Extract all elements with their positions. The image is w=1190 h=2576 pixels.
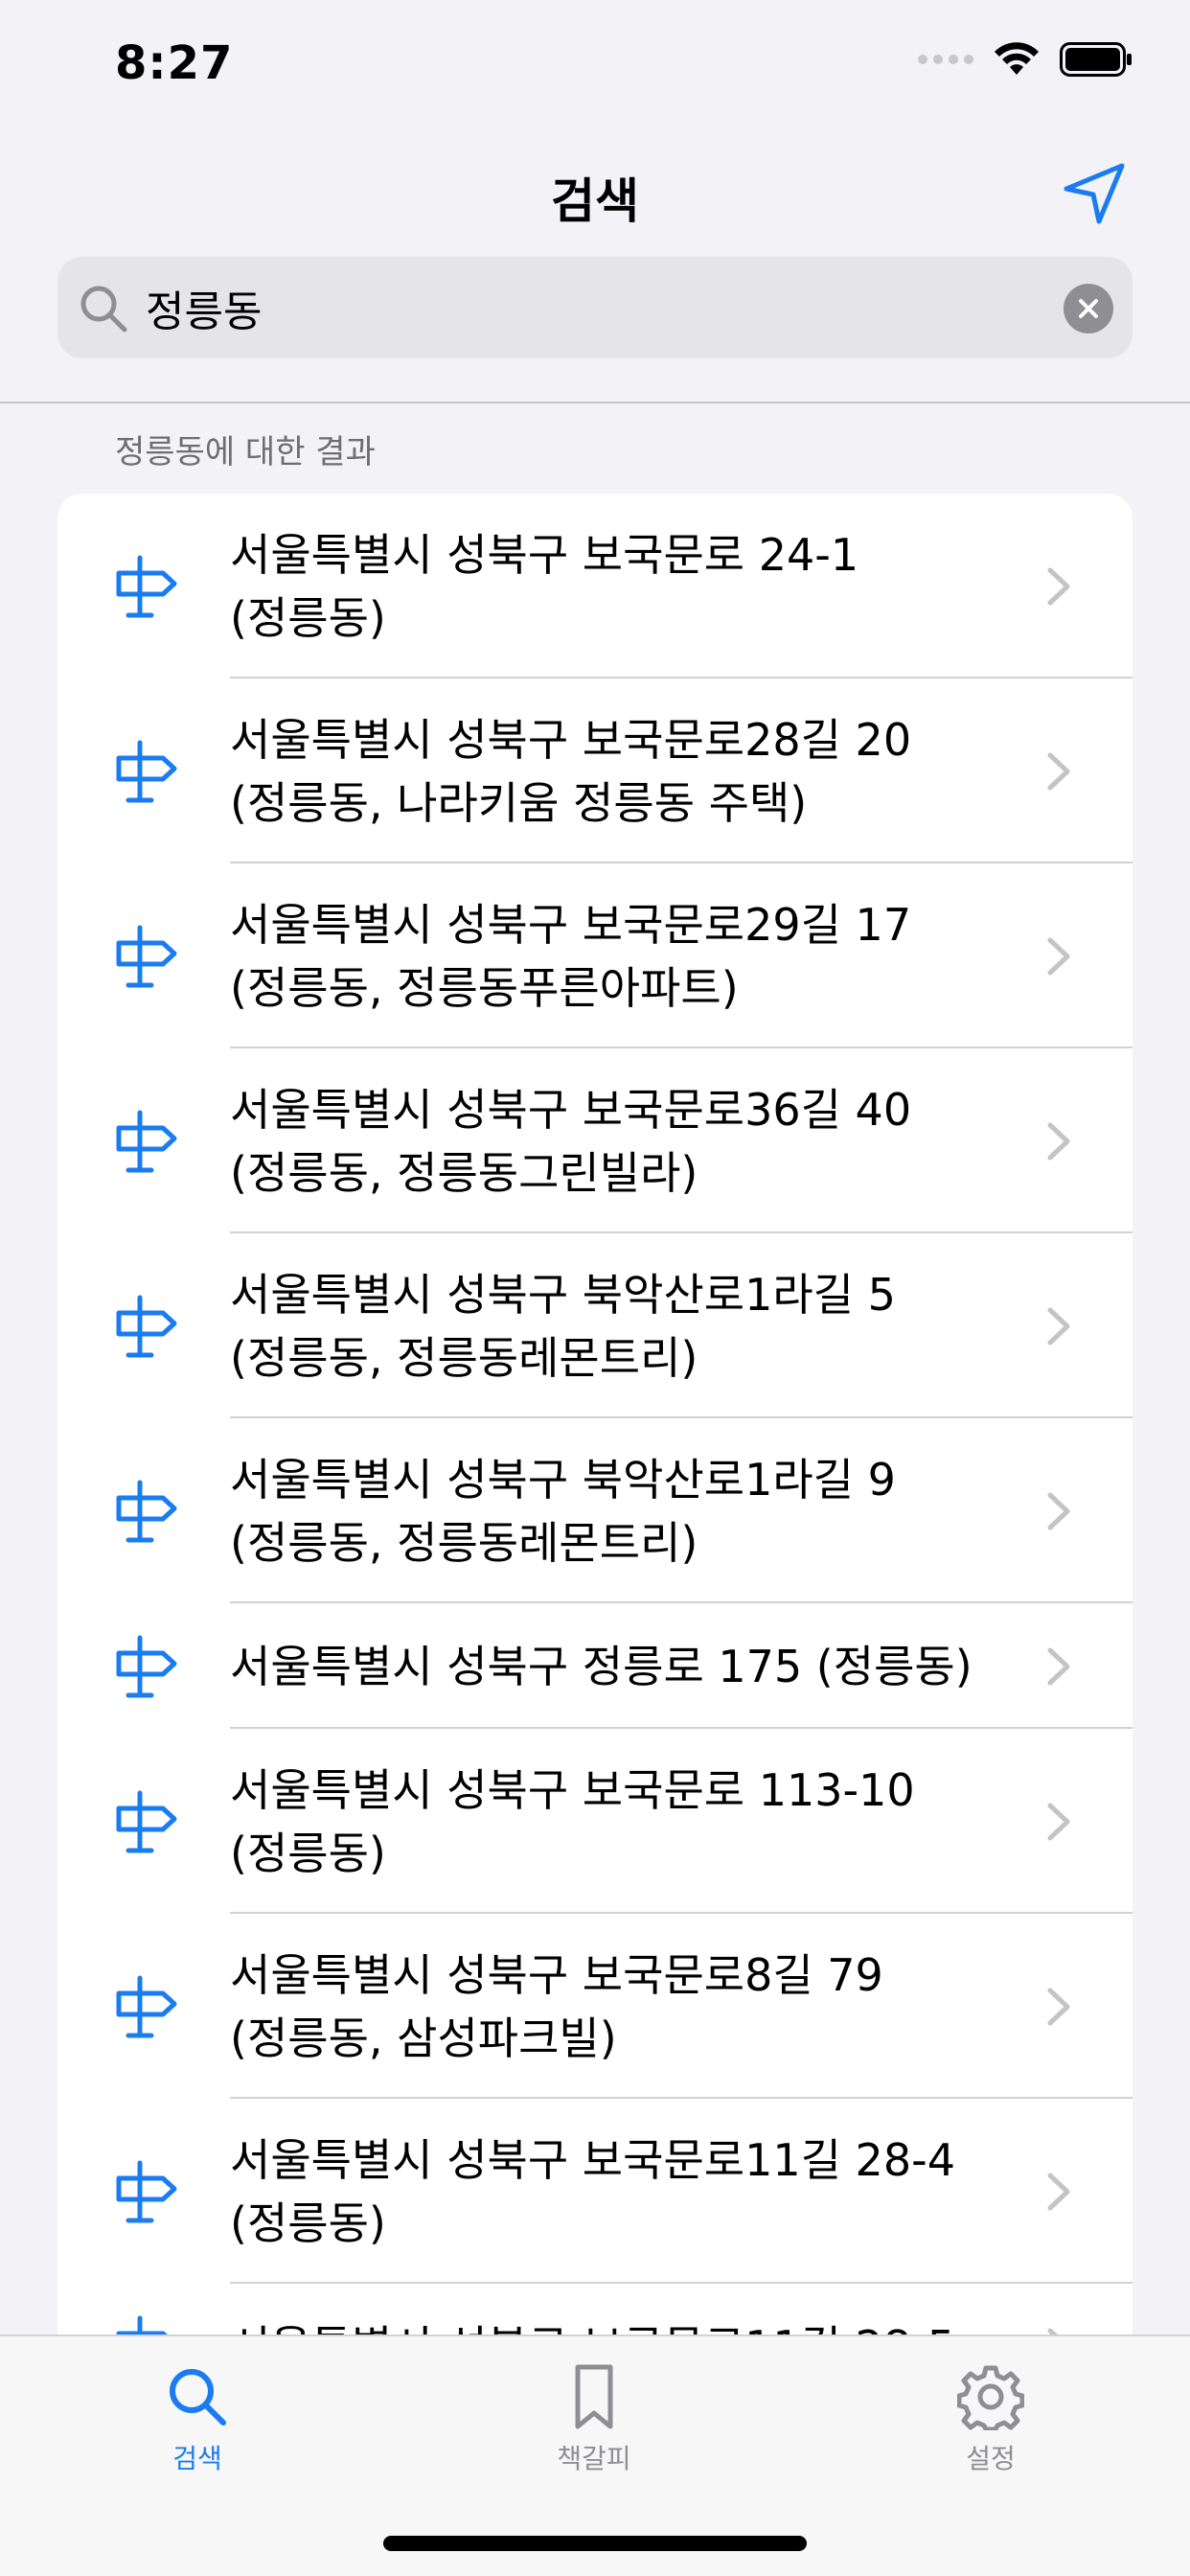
tab-search[interactable]: 검색 [102,2363,293,2476]
search-input[interactable] [146,274,1008,341]
address-result-row[interactable]: 서울특별시 성북구 보국문로 24-1 (정릉동) [57,494,1133,678]
address-text: 서울특별시 성북구 보국문로28길 20 (정릉동, 나라키움 정릉동 주택) [230,708,1054,835]
chevron-right-icon [1044,1121,1073,1162]
address-line-1: 서울특별시 성북구 북악산로1라길 9 [230,1453,896,1506]
address-line-1: 서울특별시 성북구 보국문로11길 28-4 [230,2133,955,2186]
battery-icon [1060,42,1132,77]
chevron-right-icon [1044,1306,1073,1346]
signpost-icon [111,2157,180,2226]
chevron-right-icon [1044,1491,1073,1531]
search-icon [80,286,127,333]
address-result-row[interactable]: 서울특별시 성북구 보국문로11길 28-4 (정릉동) [57,2099,1133,2284]
address-line-2: (정릉동) [230,591,386,644]
address-line-2: (정릉동, 삼성파크빌) [230,2012,617,2064]
address-line-1: 서울특별시 성북구 보국문로36길 40 [230,1083,912,1136]
address-text: 서울특별시 성북구 보국문로8길 79 (정릉동, 삼성파크빌) [230,1944,1054,2070]
chevron-right-icon [1044,566,1073,607]
signpost-icon [111,1972,180,2041]
chevron-right-icon [1044,751,1073,792]
clear-search-button[interactable] [1064,284,1113,334]
address-result-row[interactable]: 서울특별시 성북구 보국문로8길 79 (정릉동, 삼성파크빌) [57,1914,1133,2099]
status-time: 8:27 [115,36,234,90]
signpost-icon [111,1292,180,1361]
current-location-button[interactable] [1056,155,1133,232]
address-line-1: 서울특별시 성북구 보국문로 113-10 [230,1763,915,1816]
signpost-icon [111,1787,180,1856]
cellular-signal-icon [918,55,973,64]
chevron-right-icon [1044,1802,1073,1842]
address-result-row[interactable]: 서울특별시 성북구 보국문로36길 40 (정릉동, 정릉동그린빌라) [57,1048,1133,1233]
chevron-right-icon [1044,2172,1073,2212]
location-arrow-icon [1064,163,1125,224]
address-result-row[interactable]: 서울특별시 성북구 북악산로1라길 9 (정릉동, 정릉동레몬트리) [57,1418,1133,1603]
chevron-right-icon [1044,1646,1073,1687]
address-line-2: (정릉동, 정릉동레몬트리) [230,1331,698,1384]
address-line-2: (정릉동) [230,1827,386,1879]
address-line-2: (정릉동, 정릉동푸른아파트) [230,961,739,1014]
address-line-1: 서울특별시 성북구 보국문로29길 17 [230,898,912,951]
tab-label-settings: 설정 [966,2443,1016,2474]
signpost-icon [111,737,180,806]
chevron-right-icon [1044,936,1073,977]
search-bar[interactable] [57,257,1133,358]
address-line-2: (정릉동, 정릉동레몬트리) [230,1516,698,1569]
page-title: 검색 [551,173,639,229]
home-indicator [383,2536,807,2551]
address-text: 서울특별시 성북구 북악산로1라길 9 (정릉동, 정릉동레몬트리) [230,1448,1054,1575]
nav-divider [0,402,1190,403]
signpost-icon [111,1632,180,1701]
address-line-1: 서울특별시 성북구 보국문로 24-1 [230,528,859,581]
address-text: 서울특별시 성북구 보국문로29길 17 (정릉동, 정릉동푸른아파트) [230,893,1054,1020]
address-result-row[interactable]: 서울특별시 성북구 정릉로 175 (정릉동) [57,1603,1133,1729]
address-line-1: 서울특별시 성북구 보국문로8길 79 [230,1948,883,2001]
signpost-icon [111,552,180,621]
address-line-2: (정릉동, 정릉동그린빌라) [230,1146,698,1199]
address-line-1: 서울특별시 성북구 정릉로 175 (정릉동) [230,1640,973,1692]
close-icon [1079,299,1098,318]
navigation-bar: 검색 [0,144,1190,249]
search-icon [170,2369,226,2426]
address-text: 서울특별시 성북구 보국문로11길 28-4 (정릉동) [230,2128,1054,2255]
gear-icon [957,2365,1024,2430]
address-result-row[interactable]: 서울특별시 성북구 북악산로1라길 5 (정릉동, 정릉동레몬트리) [57,1233,1133,1418]
address-line-2: (정릉동) [230,2196,386,2249]
bookmark-icon [575,2364,613,2429]
address-text: 서울특별시 성북구 보국문로 113-10 (정릉동) [230,1759,1054,1885]
address-text: 서울특별시 성북구 정릉로 175 (정릉동) [230,1635,1054,1698]
tab-settings[interactable]: 설정 [895,2363,1087,2476]
status-icons [918,42,1133,77]
address-result-row[interactable]: 서울특별시 성북구 보국문로28길 20 (정릉동, 나라키움 정릉동 주택) [57,678,1133,863]
results-section-header: 정릉동에 대한 결과 [115,433,376,472]
address-line-1: 서울특별시 성북구 북악산로1라길 5 [230,1268,896,1321]
address-result-row[interactable]: 서울특별시 성북구 보국문로 113-10 (정릉동) [57,1729,1133,1914]
status-bar: 8:27 [0,0,1190,134]
chevron-right-icon [1044,1987,1073,2027]
address-text: 서울특별시 성북구 보국문로 24-1 (정릉동) [230,523,1054,650]
signpost-icon [111,1477,180,1546]
address-result-row[interactable]: 서울특별시 성북구 보국문로29길 17 (정릉동, 정릉동푸른아파트) [57,863,1133,1048]
address-line-1: 서울특별시 성북구 보국문로28길 20 [230,713,912,766]
tab-label-bookmarks: 책갈피 [557,2443,631,2474]
signpost-icon [111,922,180,991]
tab-bookmarks[interactable]: 책갈피 [498,2363,690,2476]
results-list: 서울특별시 성북구 보국문로 24-1 (정릉동) 서울특별시 성북구 보국문로28… [57,494,1133,2410]
address-line-2: (정릉동, 나라키움 정릉동 주택) [230,776,808,829]
wifi-icon [995,42,1039,75]
signpost-icon [111,1107,180,1176]
address-text: 서울특별시 성북구 보국문로36길 40 (정릉동, 정릉동그린빌라) [230,1078,1054,1205]
address-text: 서울특별시 성북구 북악산로1라길 5 (정릉동, 정릉동레몬트리) [230,1263,1054,1390]
tab-label-search: 검색 [172,2443,222,2474]
